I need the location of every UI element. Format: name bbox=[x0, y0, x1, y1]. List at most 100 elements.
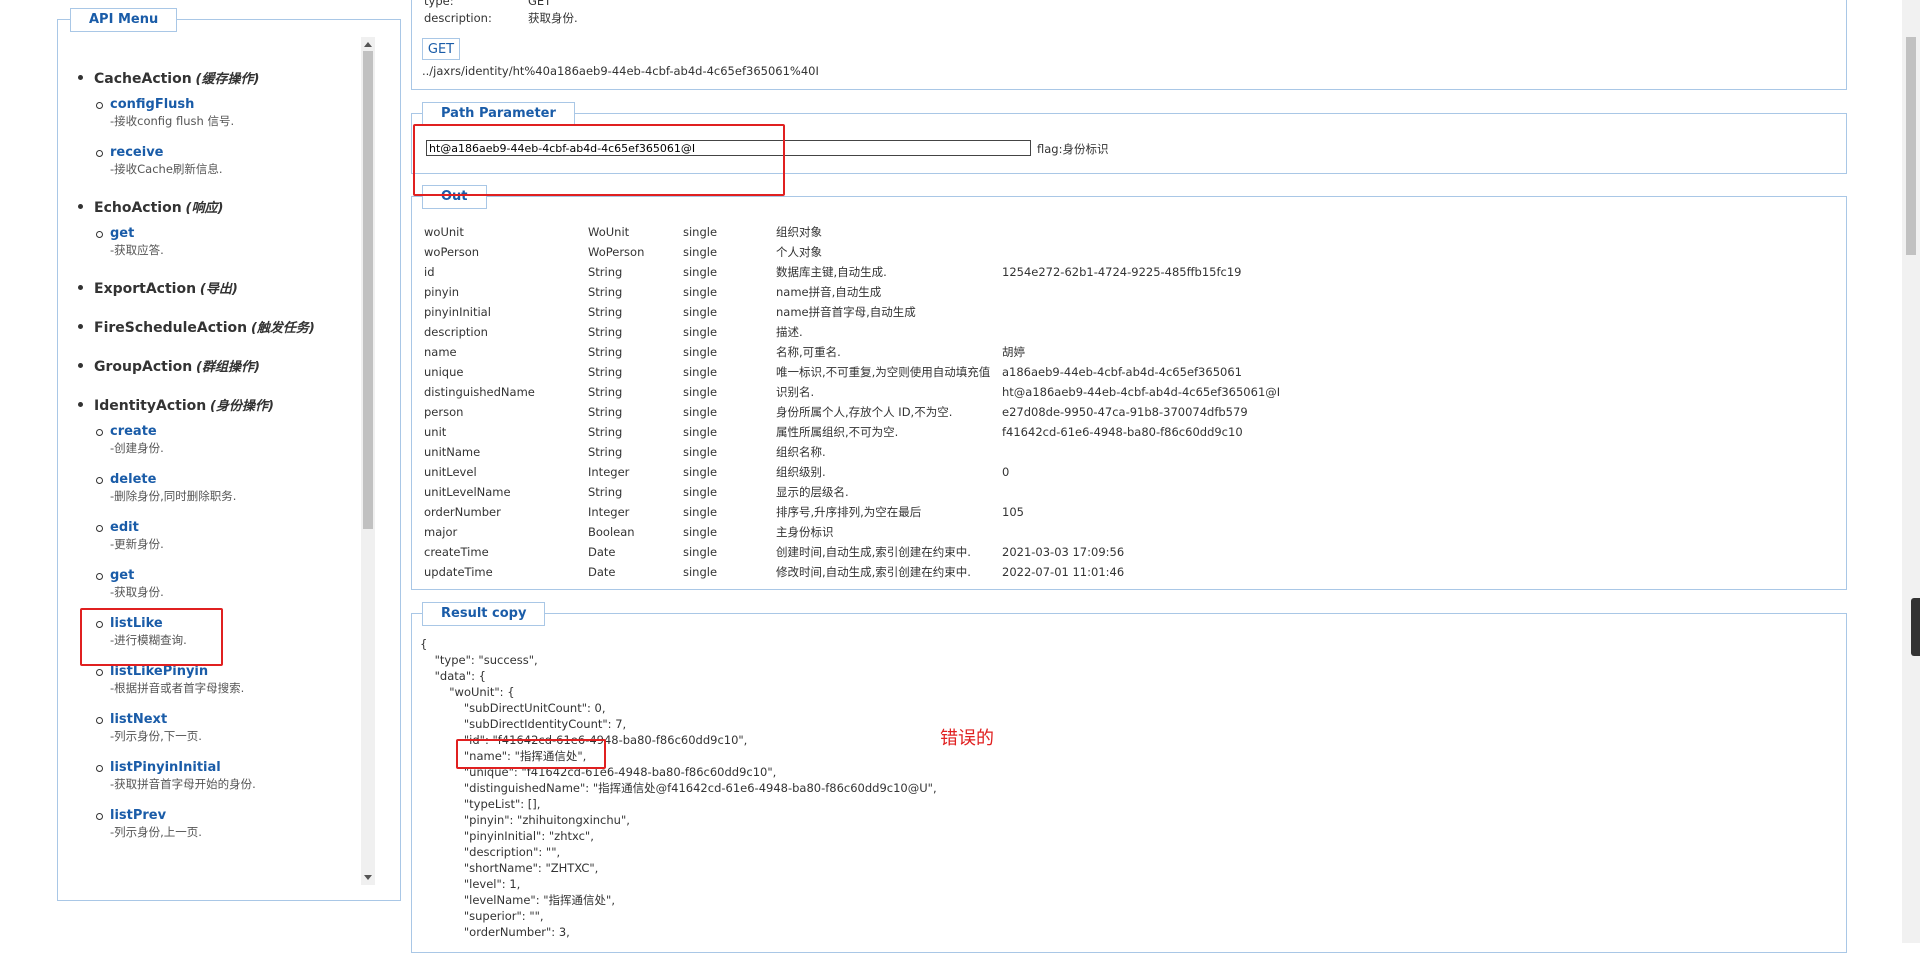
field-name: unit bbox=[424, 425, 447, 439]
field-value: a186aeb9-44eb-4cbf-ab4d-4c65ef365061 bbox=[1002, 365, 1242, 379]
description-value: 获取身份. bbox=[528, 11, 578, 25]
flag-note: flag:身份标识 bbox=[1037, 142, 1109, 156]
field-description: 识别名. bbox=[776, 385, 815, 399]
menu-scroll-thumb[interactable] bbox=[363, 51, 373, 529]
result-copy-button[interactable]: Result copy bbox=[422, 602, 546, 626]
field-type: String bbox=[588, 405, 623, 419]
field-multiplicity: single bbox=[683, 385, 718, 399]
scroll-down-icon[interactable] bbox=[364, 875, 372, 880]
menu-group-desc: (身份操作) bbox=[210, 399, 274, 414]
menu-group-name[interactable]: ExportAction bbox=[94, 281, 196, 297]
field-multiplicity: single bbox=[683, 265, 718, 279]
menu-item-link[interactable]: listNext bbox=[110, 712, 384, 728]
field-value: f41642cd-61e6-4948-ba80-f86c60dd9c10 bbox=[1002, 425, 1243, 439]
field-description: 排序号,升序排列,为空在最后 bbox=[776, 505, 922, 519]
field-type: Integer bbox=[588, 505, 630, 519]
out-row: pinyin String single name拼音,自动生成 bbox=[424, 282, 1280, 302]
menu-item-link[interactable]: get bbox=[110, 568, 384, 584]
menu-item-link[interactable]: edit bbox=[110, 520, 384, 536]
out-row: description String single 描述. bbox=[424, 322, 1280, 342]
field-multiplicity: single bbox=[683, 305, 718, 319]
field-description: 身份所属个人,存放个人 ID,不为空. bbox=[776, 405, 953, 419]
menu-item: listLikePinyin -根据拼音或者首字母搜索. bbox=[96, 664, 384, 696]
menu-group-desc: (响应) bbox=[185, 201, 224, 216]
api-menu-panel: API Menu CacheAction (缓存操作) configFlush -接… bbox=[57, 8, 401, 901]
menu-item-link[interactable]: configFlush bbox=[110, 97, 384, 113]
field-value: ht@a186aeb9-44eb-4cbf-ab4d-4c65ef365061@… bbox=[1002, 385, 1281, 399]
menu-group-name[interactable]: GroupAction bbox=[94, 359, 192, 375]
field-name: orderNumber bbox=[424, 505, 501, 519]
menu-item-link[interactable]: get bbox=[110, 226, 384, 242]
menu-item: configFlush -接收config flush 信号. bbox=[96, 97, 384, 129]
field-description: 名称,可重名. bbox=[776, 345, 841, 359]
field-type: String bbox=[588, 365, 623, 379]
out-row: name String single 名称,可重名. 胡婷 bbox=[424, 342, 1280, 362]
get-button[interactable]: GET bbox=[422, 38, 460, 60]
field-multiplicity: single bbox=[683, 465, 718, 479]
field-type: WoPerson bbox=[588, 245, 645, 259]
menu-item: delete -删除身份,同时删除职务. bbox=[96, 472, 384, 504]
menu-item: listNext -列示身份,下一页. bbox=[96, 712, 384, 744]
field-type: String bbox=[588, 445, 623, 459]
field-name: unitName bbox=[424, 445, 481, 459]
menu-item-link[interactable]: delete bbox=[110, 472, 384, 488]
api-menu-scroll-area[interactable]: CacheAction (缓存操作) configFlush -接收config f… bbox=[66, 42, 384, 890]
menu-item-desc: -创建身份. bbox=[110, 441, 164, 455]
menu-group-name[interactable]: FireScheduleAction bbox=[94, 320, 247, 336]
path-parameter-highlight bbox=[413, 124, 785, 196]
field-type: Date bbox=[588, 545, 616, 559]
menu-item-link[interactable]: receive bbox=[110, 145, 384, 161]
menu-item-link[interactable]: listPinyinInitial bbox=[110, 760, 384, 776]
field-description: 属性所属组织,不可为空. bbox=[776, 425, 899, 439]
menu-group: GroupAction (群组操作) bbox=[78, 356, 384, 375]
field-name: name bbox=[424, 345, 457, 359]
field-multiplicity: single bbox=[683, 445, 718, 459]
field-type: String bbox=[588, 425, 623, 439]
out-row: unique String single 唯一标识,不可重复,为空则使用自动填充值 a1… bbox=[424, 362, 1280, 382]
out-row: woPerson WoPerson single 个人对象 bbox=[424, 242, 1280, 262]
field-description: name拼音,自动生成 bbox=[776, 285, 882, 299]
field-description: 数据库主键,自动生成. bbox=[776, 265, 887, 279]
scroll-up-icon[interactable] bbox=[364, 42, 372, 47]
field-type: String bbox=[588, 285, 623, 299]
menu-item-desc: -接收config flush 信号. bbox=[110, 114, 235, 128]
field-description: name拼音首字母,自动生成 bbox=[776, 305, 916, 319]
menu-item-desc: -根据拼音或者首字母搜索. bbox=[110, 681, 245, 695]
field-description: 组织对象 bbox=[776, 225, 822, 239]
field-type: Boolean bbox=[588, 525, 635, 539]
menu-group-name[interactable]: CacheAction bbox=[94, 71, 192, 87]
menu-group: EchoAction (响应) get -获取应答. bbox=[78, 197, 384, 258]
field-name: unique bbox=[424, 365, 464, 379]
menu-item-link[interactable]: listLikePinyin bbox=[110, 664, 384, 680]
field-value: e27d08de-9950-47ca-91b8-370074dfb579 bbox=[1002, 405, 1248, 419]
menu-group-desc: (群组操作) bbox=[196, 360, 260, 375]
menu-group-name[interactable]: EchoAction bbox=[94, 200, 182, 216]
field-value bbox=[1002, 522, 1280, 542]
field-type: Date bbox=[588, 565, 616, 579]
menu-group-name[interactable]: IdentityAction bbox=[94, 398, 206, 414]
menu-scrollbar[interactable] bbox=[361, 37, 375, 885]
field-description: 唯一标识,不可重复,为空则使用自动填充值 bbox=[776, 365, 991, 379]
field-description: 主身份标识 bbox=[776, 525, 834, 539]
field-type: WoUnit bbox=[588, 225, 630, 239]
menu-item-desc: -列示身份,上一页. bbox=[110, 825, 202, 839]
menu-item-link[interactable]: listPrev bbox=[110, 808, 384, 824]
field-value: 105 bbox=[1002, 505, 1024, 519]
menu-item-desc: -获取应答. bbox=[110, 243, 164, 257]
field-name: unitLevel bbox=[424, 465, 477, 479]
page-side-marker bbox=[1911, 598, 1920, 656]
field-description: 显示的层级名. bbox=[776, 485, 849, 499]
field-multiplicity: single bbox=[683, 245, 718, 259]
type-row: type: GET bbox=[424, 0, 551, 8]
field-multiplicity: single bbox=[683, 545, 718, 559]
out-row: woUnit WoUnit single 组织对象 bbox=[424, 222, 1280, 242]
out-row: unitLevelName String single 显示的层级名. bbox=[424, 482, 1280, 502]
menu-item-link[interactable]: create bbox=[110, 424, 384, 440]
menu-item-desc: -获取身份. bbox=[110, 585, 164, 599]
page-scrollbar[interactable] bbox=[1902, 0, 1920, 943]
menu-group-desc: (缓存操作) bbox=[195, 72, 260, 87]
page-scroll-thumb[interactable] bbox=[1906, 37, 1916, 255]
description-key: description: bbox=[424, 11, 492, 25]
out-row: person String single 身份所属个人,存放个人 ID,不为空. e27… bbox=[424, 402, 1280, 422]
field-multiplicity: single bbox=[683, 365, 718, 379]
